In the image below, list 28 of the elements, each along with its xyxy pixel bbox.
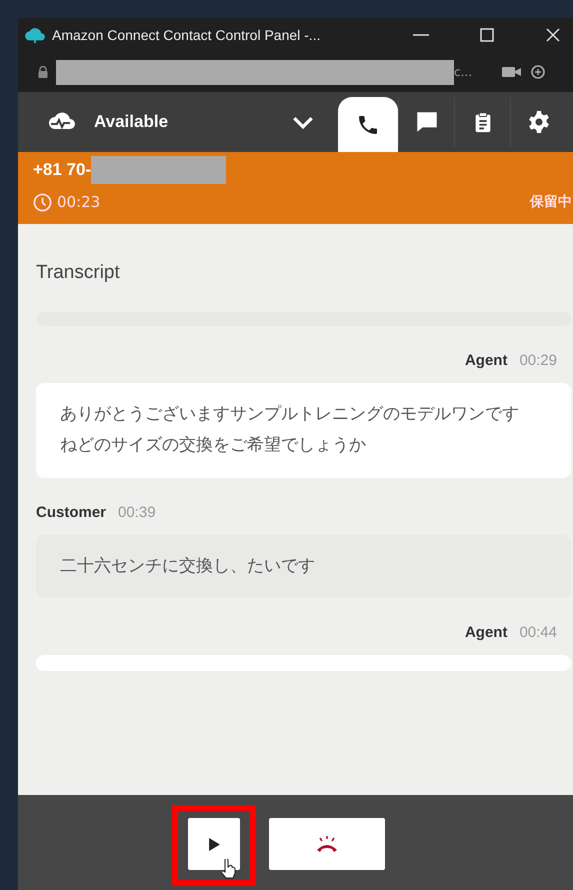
speaker-name: Agent (464, 352, 508, 369)
camera-icon (502, 66, 522, 78)
phone-number: +81 70- (33, 160, 92, 180)
message-time: 00:44 (519, 624, 557, 642)
message-time: 00:29 (519, 352, 557, 369)
hold-status: 保留中 (530, 193, 572, 211)
lock-icon (38, 66, 48, 78)
message-bubble: ありがとうございますサンプルトレニングのモデルワンですねどのサイズの交換をご希望でしょうか (36, 383, 571, 478)
cloud-logo-icon (24, 26, 46, 44)
message-bubble: 二十六センチに交換し、たいです (36, 534, 571, 598)
transcript-title: Transcript (36, 262, 121, 284)
clock-icon (33, 192, 52, 212)
message-time: 00:39 (118, 504, 156, 521)
zoom-icon (530, 64, 546, 80)
hand-cursor-icon (220, 859, 236, 879)
call-duration: 00:23 (57, 193, 100, 211)
settings-icon (526, 110, 550, 134)
close-icon (545, 27, 561, 43)
window-title: Amazon Connect Contact Control Panel -... (52, 27, 320, 43)
url-text: c... (454, 65, 474, 79)
minimize-icon (413, 34, 429, 36)
speaker-name: Customer (36, 504, 106, 521)
chevron-down-icon (292, 116, 314, 128)
play-icon (208, 838, 220, 850)
speaker-name: Agent (464, 624, 508, 642)
phone-tab[interactable] (338, 97, 398, 152)
resume-button[interactable] (188, 818, 240, 870)
maximize-icon (479, 27, 495, 43)
